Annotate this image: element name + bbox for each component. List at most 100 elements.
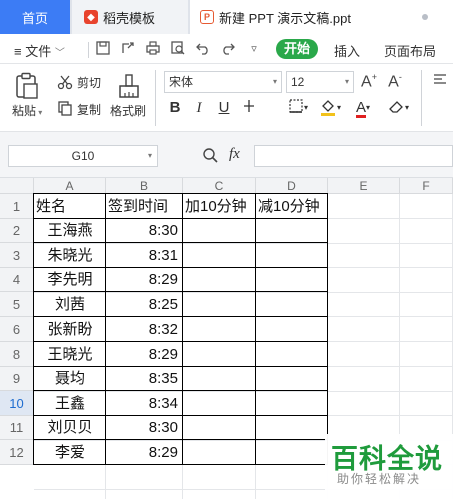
row-header-12[interactable]: 12 [0,440,34,465]
row-header-2[interactable]: 2 [0,219,34,243]
row-header-10[interactable]: 10 [0,391,34,416]
divider [421,70,422,126]
column-header-e[interactable]: E [328,178,400,194]
time-cell: 8:31 [148,247,178,264]
select-all-corner[interactable] [0,178,34,194]
table-border-horizontal [34,439,328,440]
time-cell: 8:34 [148,395,178,412]
table-border-horizontal [34,291,328,292]
hamburger-icon: ≡ [14,44,22,59]
formula-bar: G10 ▾ fx [0,132,453,178]
name-cell: 张新盼 [47,321,93,338]
chevron-down-icon: ▾ [336,103,341,112]
font-name-select[interactable]: 宋体 ▾ [164,71,282,93]
row-header-11[interactable]: 11 [0,416,34,440]
header-cell: 签到时间 [108,198,169,215]
chevron-down-icon: ▾ [272,77,277,86]
table-border-horizontal [34,242,328,243]
bold-icon[interactable]: B [166,98,184,118]
paste-button[interactable]: 粘贴 ▾ [12,102,42,119]
table-border-horizontal [34,267,328,268]
menu-row: ≡ 文件 ﹀ ▿ 开始 插入 页面布局 [0,34,453,64]
chevron-down-icon: ▾ [303,103,308,112]
align-icon[interactable] [431,72,449,88]
strikethrough-icon[interactable] [239,98,259,118]
header-cell: 减10分钟 [258,198,320,215]
decrease-font-size-icon[interactable]: A- [386,72,404,92]
time-cell: 8:29 [148,271,178,288]
row-header-5[interactable]: 5 [0,292,34,317]
font-size-select[interactable]: 12 ▾ [286,71,354,93]
tab-daoke-templates[interactable]: ◆ 稻壳模板 [72,0,188,34]
print-preview-icon[interactable] [169,40,187,58]
export-icon[interactable] [119,40,137,58]
copy-button[interactable]: 复制 [77,101,101,118]
ribbon-tab-insert[interactable]: 插入 [334,41,360,60]
ribbon: 粘贴 ▾ 剪切 复制 格式刷 宋体 ▾ 12 ▾ A+ A- B I U ▾ ▾… [0,64,453,132]
table-border-horizontal [34,193,328,194]
chevron-down-icon: ▾ [404,103,409,112]
ribbon-tab-page-layout[interactable]: 页面布局 [384,41,436,60]
font-name-value: 宋体 [169,75,194,89]
column-header-a[interactable]: A [34,178,106,194]
column-header-b[interactable]: B [106,178,183,194]
cut-button[interactable]: 剪切 [77,74,101,91]
name-box[interactable]: G10 ▾ [8,145,158,167]
watermark-subtitle: 助你轻松解决 [337,472,422,486]
header-cell: 加10分钟 [185,198,247,215]
column-header-f[interactable]: F [400,178,453,194]
underline-icon[interactable]: U [215,98,233,118]
time-cell: 8:32 [148,321,178,338]
chevron-down-icon: ▾ [147,151,152,160]
name-cell: 王海燕 [47,222,93,239]
ppt-file-icon: P [200,10,214,24]
quick-access-dropdown-icon[interactable]: ▿ [245,40,263,58]
table-border-horizontal [34,464,328,465]
tab-document-label: 新建 PPT 演示文稿.ppt [219,10,351,26]
row-header-3[interactable]: 3 [0,243,34,268]
daoke-logo-icon: ◆ [84,10,98,24]
table-border-horizontal [34,415,328,416]
redo-icon[interactable] [219,40,237,58]
tab-daoke-label: 稻壳模板 [103,10,156,26]
ribbon-tab-start[interactable]: 开始 [276,39,318,59]
border-icon[interactable]: ▾ [286,98,310,118]
name-cell: 李先明 [47,271,93,288]
save-icon[interactable] [94,40,112,58]
zoom-search-icon[interactable] [202,147,220,165]
format-painter-icon[interactable] [117,72,141,100]
file-menu-button[interactable]: ≡ 文件 ﹀ [14,41,65,60]
row-header-9[interactable]: 9 [0,367,34,391]
increase-font-size-icon[interactable]: A+ [360,72,378,92]
scissors-icon[interactable] [57,74,73,90]
row-header-1[interactable]: 1 [0,194,34,219]
undo-icon[interactable] [194,40,212,58]
file-menu-label: 文件 [25,44,52,59]
column-header-d[interactable]: D [256,178,328,194]
row-header-6[interactable]: 6 [0,317,34,342]
table-border-vertical [327,193,328,465]
name-cell: 李爱 [54,444,85,461]
name-cell: 刘贝贝 [47,419,93,436]
formula-input[interactable] [254,145,453,167]
insert-function-button[interactable]: fx [229,146,240,163]
tab-home[interactable]: 首页 [0,0,70,34]
font-color-icon[interactable]: A▾ [350,98,376,118]
paste-label: 粘贴 [12,104,37,118]
row-header-8[interactable]: 8 [0,342,34,367]
name-cell: 刘茜 [54,296,85,313]
print-icon[interactable] [144,40,162,58]
name-cell: 聂均 [54,370,85,387]
chevron-down-icon: ▾ [344,77,349,86]
paste-icon[interactable] [14,72,40,100]
column-header-c[interactable]: C [183,178,256,194]
row-header-4[interactable]: 4 [0,268,34,292]
time-cell: 8:35 [148,370,178,387]
italic-icon[interactable]: I [190,98,208,118]
clear-format-icon[interactable]: ▾ [384,98,412,118]
fill-color-icon[interactable]: ▾ [316,98,344,118]
format-painter-button[interactable]: 格式刷 [110,102,146,119]
divider [88,42,89,58]
tab-document[interactable]: P 新建 PPT 演示文稿.ppt [190,0,453,34]
copy-icon[interactable] [57,100,73,116]
